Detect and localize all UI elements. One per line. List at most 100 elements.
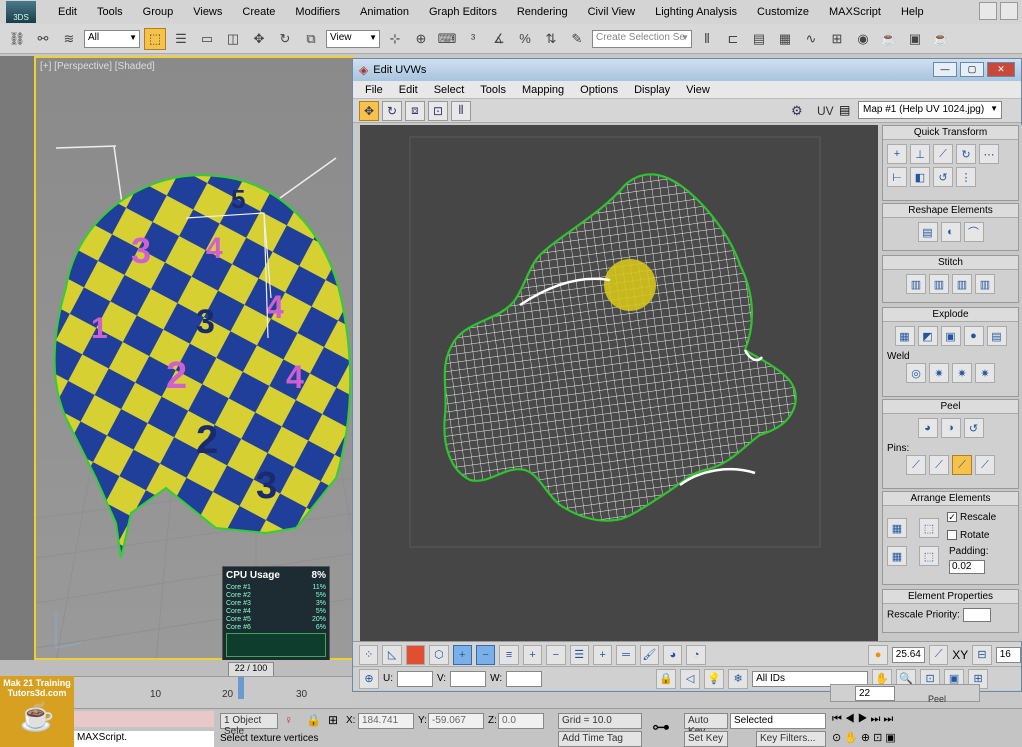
stitch-average-icon[interactable]: ▥ (929, 274, 949, 294)
stitch-header[interactable]: Stitch (883, 256, 1018, 270)
maxscript-output[interactable]: MAXScript. (74, 731, 214, 747)
grow-icon[interactable]: + (522, 644, 543, 665)
align-icon[interactable]: ⊏ (722, 28, 744, 50)
vertex-mode-icon[interactable]: ⁘ (359, 644, 379, 665)
paint-grow-icon[interactable]: ◕ (663, 644, 683, 665)
layer-manager-icon[interactable]: ▤ (748, 28, 770, 50)
pack-together-icon[interactable]: ▦ (887, 546, 907, 566)
reshape-elements-header[interactable]: Reshape Elements (883, 204, 1018, 218)
explode-header[interactable]: Explode (883, 308, 1018, 322)
loop-icon[interactable]: ☰ (569, 644, 589, 665)
selection-filter-dropdown[interactable]: All (84, 29, 140, 48)
pack-group-icon[interactable]: ⬚ (919, 546, 939, 566)
relax-settings-icon[interactable]: ⌒ (963, 222, 984, 242)
uv-mirror-icon[interactable]: ⫴ (451, 100, 471, 121)
uvw-minimize-button[interactable]: — (933, 62, 957, 77)
weld-selected-icon[interactable]: ✷ (929, 363, 949, 383)
select-pinned-icon[interactable]: ⟋ (975, 455, 995, 475)
lock-selected-icon[interactable]: 🔒 (656, 668, 677, 689)
freeze-icon[interactable]: ❄ (728, 668, 749, 689)
select-by-element-icon[interactable]: + (452, 644, 472, 665)
render-setup-icon[interactable]: ☕ (878, 28, 900, 50)
angle-snap-icon[interactable]: ∡ (488, 28, 510, 50)
material-editor-icon[interactable]: ◉ (852, 28, 874, 50)
menu-create[interactable]: Create (232, 0, 285, 24)
uv-scale-icon[interactable]: ⧈ (405, 100, 425, 121)
edit-uvws-titlebar[interactable]: ◈ Edit UVWs — ▢ ✕ (353, 59, 1021, 81)
uvw-close-button[interactable]: ✕ (987, 62, 1015, 77)
reference-coordinate-dropdown[interactable]: View (326, 29, 380, 48)
ring-icon[interactable]: ≡ (499, 644, 519, 665)
menu-civil-view[interactable]: Civil View (578, 0, 645, 24)
menu-edit[interactable]: Edit (48, 0, 87, 24)
menu-tools[interactable]: Tools (87, 0, 133, 24)
weld-target-icon[interactable]: ◎ (906, 363, 926, 383)
flatten-sphere-icon[interactable]: ● (963, 326, 984, 346)
minimize-button[interactable] (979, 2, 997, 20)
uvw-menu-mapping[interactable]: Mapping (514, 84, 572, 96)
keyboard-shortcut-icon[interactable]: ⌨ (436, 28, 458, 50)
window-crossing-icon[interactable]: ◫ (222, 28, 244, 50)
menu-graph-editors[interactable]: Graph Editors (419, 0, 507, 24)
rect-selection-icon[interactable]: ▭ (196, 28, 218, 50)
peel-mode-icon[interactable]: ◑ (940, 418, 961, 438)
arrange-elements-header[interactable]: Arrange Elements (883, 492, 1018, 506)
uv-freeform-icon[interactable]: ⊡ (428, 100, 448, 121)
percent-snap-icon[interactable]: % (514, 28, 536, 50)
selection-lock-icon[interactable]: 🔒 (306, 713, 321, 727)
falloff-icon[interactable]: ⟋ (928, 644, 949, 665)
pivot-center-icon[interactable]: ⊹ (384, 28, 406, 50)
add-time-tag-button[interactable]: Add Time Tag (558, 731, 642, 747)
y-coordinate-field[interactable]: -59.067 (428, 713, 484, 729)
navigation-controls[interactable]: ⊙✋⊕⊡▣ (832, 731, 899, 744)
scene-explorer-icon[interactable]: ▦ (774, 28, 796, 50)
pack-custom-icon[interactable]: ⬚ (919, 518, 939, 538)
menu-animation[interactable]: Animation (350, 0, 419, 24)
paint-select-icon[interactable]: 🖌 (639, 644, 660, 665)
rotate-90-icon[interactable]: ↻ (956, 144, 976, 164)
key-filters-button[interactable]: Key Filters... (756, 731, 826, 747)
auto-pin-icon[interactable]: ⟋ (952, 455, 972, 475)
set-key-button[interactable]: Set Key (684, 731, 728, 747)
pivot-icon[interactable]: + (887, 144, 907, 164)
grid-snap-icon[interactable]: ⊟ (972, 644, 992, 665)
stitch-target-icon[interactable]: ▥ (952, 274, 972, 294)
uvw-menu-display[interactable]: Display (626, 84, 678, 96)
select-by-name-icon[interactable]: ☰ (170, 28, 192, 50)
uvw-menu-view[interactable]: View (678, 84, 718, 96)
uvw-menu-select[interactable]: Select (426, 84, 473, 96)
rotate-minus-90-icon[interactable]: ↺ (933, 167, 953, 187)
uvw-menu-tools[interactable]: Tools (472, 84, 514, 96)
maxscript-listener-mini[interactable] (74, 711, 214, 727)
uvw-menu-file[interactable]: File (357, 84, 391, 96)
menu-group[interactable]: Group (133, 0, 184, 24)
reset-peel-icon[interactable]: ↺ (963, 418, 984, 438)
element-properties-header[interactable]: Element Properties (883, 590, 1018, 604)
padding-field[interactable]: 0.02 (949, 560, 985, 574)
viewport-label[interactable]: [+] [Perspective] [Shaded] (40, 61, 155, 72)
menu-lighting-analysis[interactable]: Lighting Analysis (645, 0, 747, 24)
isolate-icon[interactable]: ♀ (284, 713, 293, 727)
weld-edge-icon[interactable]: ✷ (952, 363, 972, 383)
space-vertical-icon[interactable]: ⋮ (956, 167, 976, 187)
menu-rendering[interactable]: Rendering (507, 0, 578, 24)
grow-loop-icon[interactable]: + (592, 644, 613, 665)
pack-normalize-icon[interactable]: ▦ (887, 518, 907, 538)
polygon-mode-icon[interactable] (405, 644, 426, 665)
app-logo[interactable]: 3DS (6, 1, 36, 23)
key-icon[interactable]: ⊶ (652, 717, 670, 738)
filter-selected-icon[interactable]: ◁ (680, 668, 701, 689)
detach-icon[interactable]: ◩ (917, 326, 938, 346)
uvw-menu-options[interactable]: Options (572, 84, 626, 96)
show-map-icon[interactable]: ▤ (839, 103, 850, 117)
uv-editor-canvas[interactable] (360, 125, 878, 641)
unlink-icon[interactable]: ⚯ (32, 28, 54, 50)
rotate-icon[interactable]: ↻ (274, 28, 296, 50)
quick-transform-header[interactable]: Quick Transform (883, 126, 1018, 140)
straighten-icon[interactable]: ▤ (917, 222, 938, 242)
texture-map-dropdown[interactable]: Map #1 (Help UV 1024.jpg) (858, 101, 1002, 119)
align-edge-icon[interactable]: ◧ (910, 167, 930, 187)
break-icon[interactable]: ▦ (894, 326, 915, 346)
playback-controls[interactable]: ⏮◀▶⏭⏭ (832, 713, 896, 726)
space-horizontal-icon[interactable]: ⋯ (979, 144, 999, 164)
